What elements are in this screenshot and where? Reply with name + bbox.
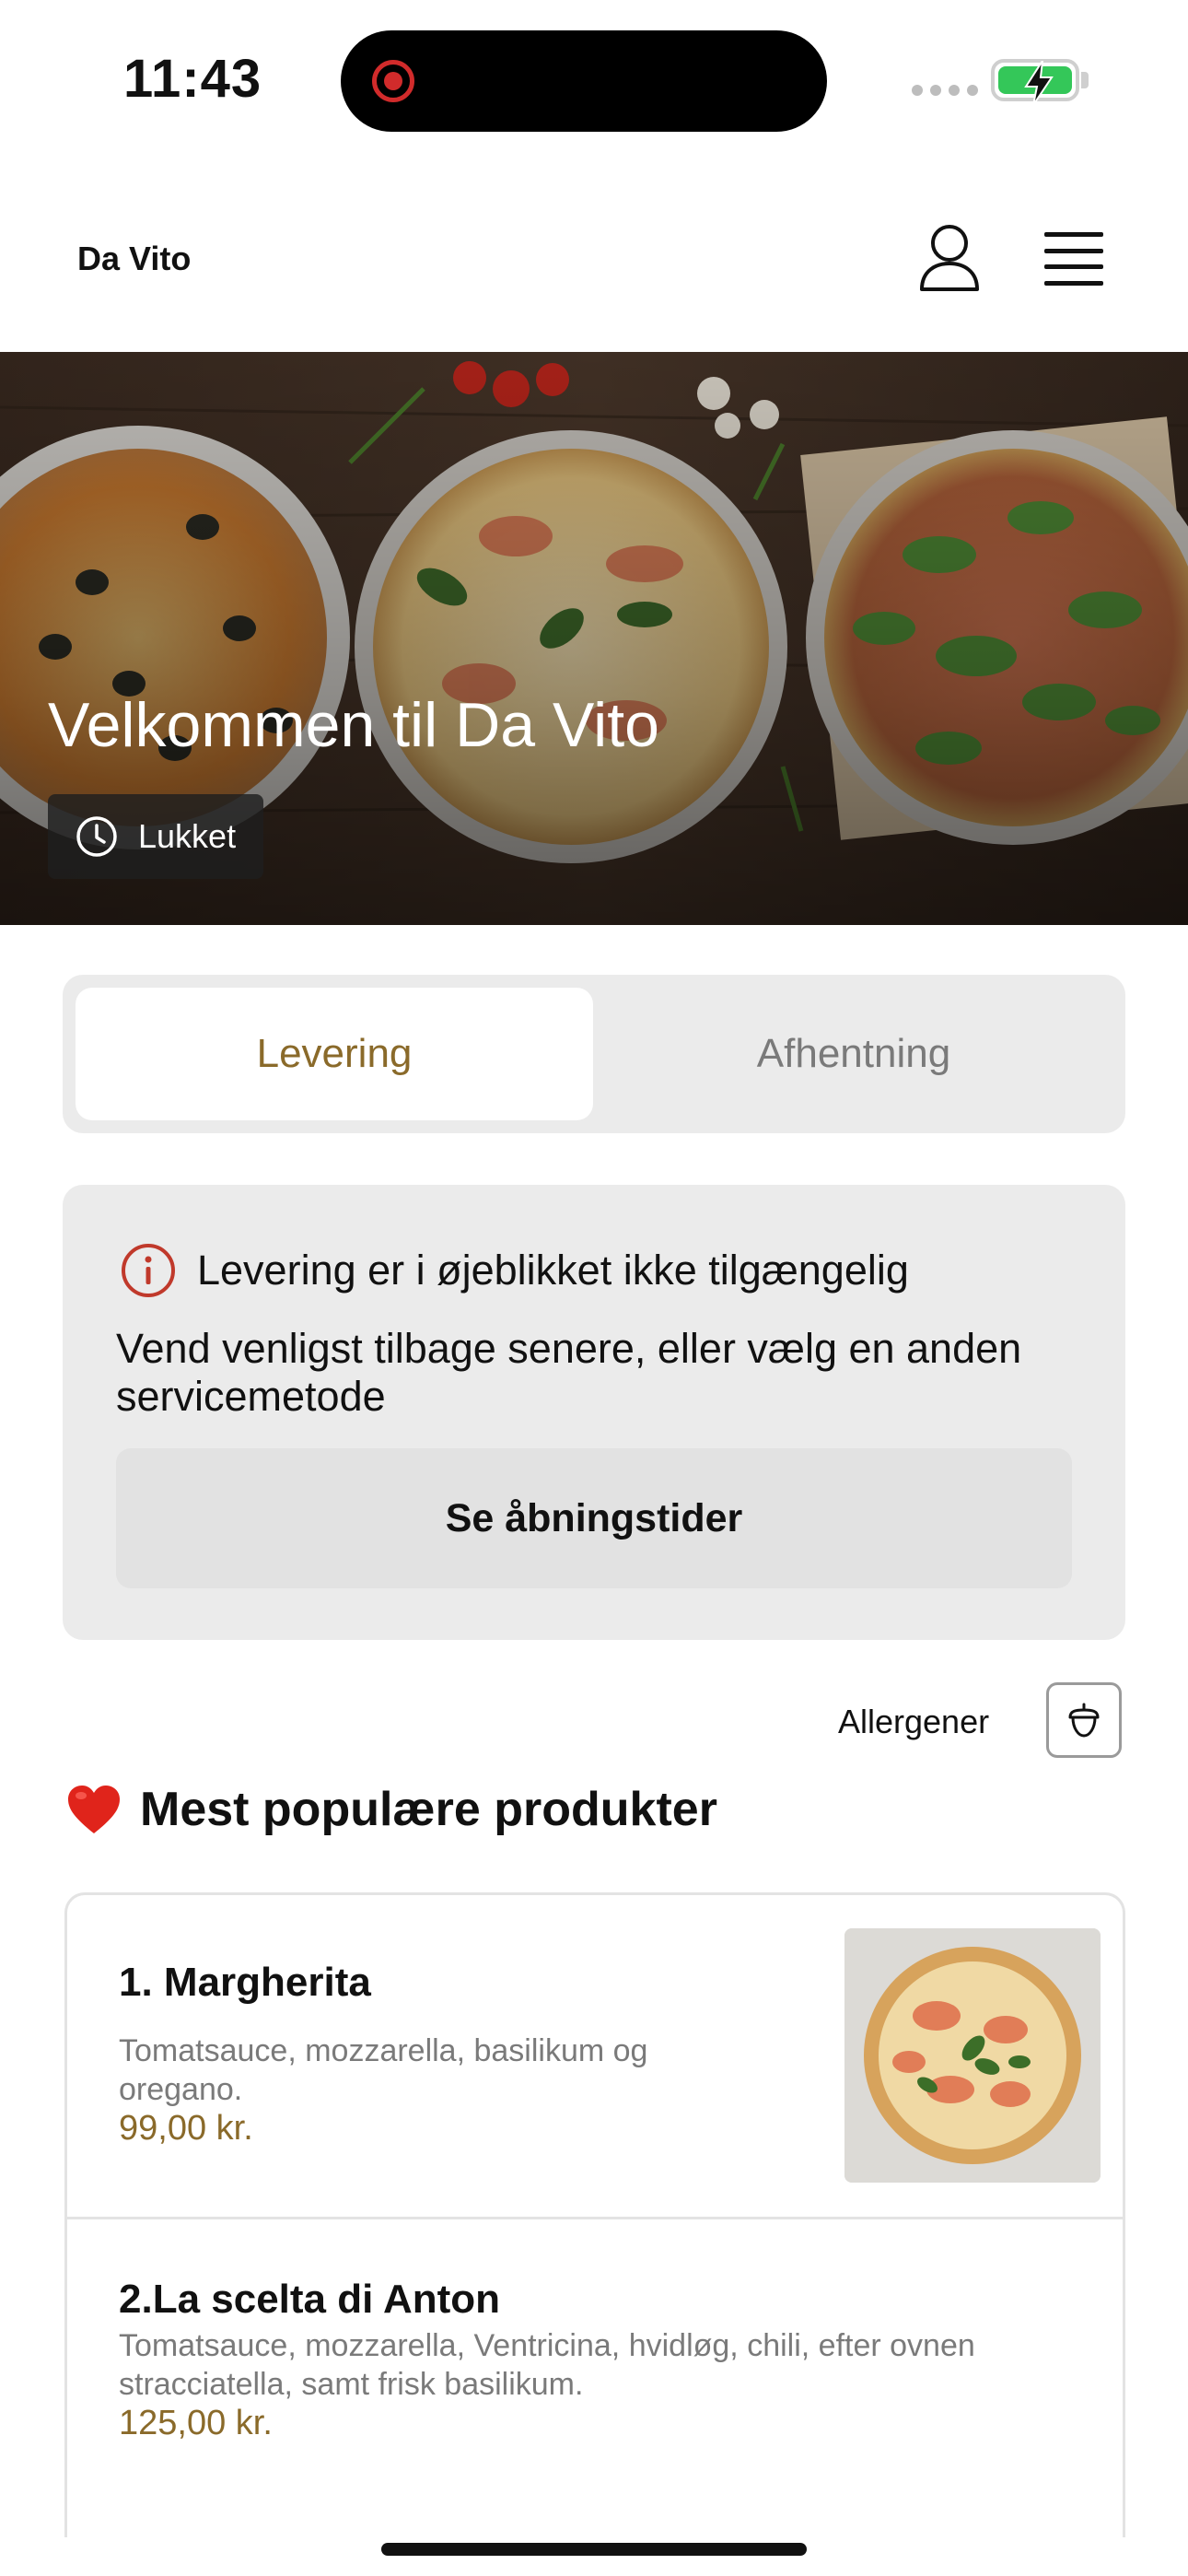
product-card-la-scelta-di-anton[interactable]: 2.La scelta di Anton Tomatsauce, mozzare… — [67, 2219, 1123, 2537]
account-button[interactable] — [917, 223, 982, 293]
clock-icon — [76, 816, 117, 857]
product-name: 2.La scelta di Anton — [119, 2277, 501, 2322]
opening-status-label: Lukket — [138, 817, 237, 855]
notice-header: Levering er i øjeblikket ikke tilgængeli… — [120, 1242, 909, 1299]
battery-icon — [991, 59, 1079, 105]
product-name: 1. Margherita — [119, 1960, 371, 2005]
home-indicator[interactable] — [381, 2543, 807, 2556]
battery-nub — [1081, 72, 1089, 88]
product-description: Tomatsauce, mozzarella, Ventricina, hvid… — [119, 2328, 975, 2402]
heart-icon — [68, 1786, 120, 1833]
user-icon — [920, 225, 979, 291]
product-description: Tomatsauce, mozzarella, basilikum og ore… — [119, 2033, 648, 2107]
hamburger-menu-icon[interactable] — [1044, 232, 1103, 286]
info-icon — [122, 1244, 175, 1297]
product-card-margherita[interactable]: 1. Margherita Tomatsauce, mozzarella, ba… — [67, 1895, 1123, 2219]
notice-title: Levering er i øjeblikket ikke tilgængeli… — [197, 1247, 909, 1294]
hero-title: Velkommen til Da Vito — [48, 690, 659, 760]
order-mode-toggle: Levering Afhentning — [63, 975, 1125, 1133]
product-list: 1. Margherita Tomatsauce, mozzarella, ba… — [64, 1892, 1125, 2537]
popular-title: Mest populære produkter — [140, 1783, 717, 1836]
product-price: 125,00 kr. — [119, 2404, 273, 2442]
opening-hours-button[interactable]: Se åbningstider — [116, 1448, 1072, 1588]
margherita-pizza-image — [844, 1928, 1101, 2183]
delivery-unavailable-notice: Levering er i øjeblikket ikke tilgængeli… — [63, 1185, 1125, 1640]
status-time: 11:43 — [123, 49, 262, 109]
tab-delivery[interactable]: Levering — [76, 988, 593, 1120]
allergens-label[interactable]: Allergener — [838, 1703, 989, 1741]
opening-status-badge: Lukket — [48, 794, 264, 879]
charging-bolt-icon — [1024, 61, 1054, 105]
hero-banner: Velkommen til Da Vito Lukket — [0, 352, 1188, 925]
acorn-icon — [1068, 1703, 1100, 1738]
notice-message: Vend venligst tilbage senere, eller vælg… — [116, 1325, 1022, 1420]
status-bar: 11:43 — [0, 0, 1188, 166]
allergens-button[interactable] — [1046, 1682, 1122, 1758]
brand-name[interactable]: Da Vito — [77, 240, 191, 278]
signal-icon — [912, 85, 978, 96]
product-price: 99,00 kr. — [119, 2109, 253, 2148]
screen-record-icon — [372, 60, 414, 102]
tab-pickup[interactable]: Afhentning — [595, 988, 1112, 1120]
popular-section-title: Mest populære produkter — [66, 1782, 717, 1837]
dynamic-island — [341, 30, 827, 132]
app-header: Da Vito — [0, 166, 1188, 352]
product-image-margherita[interactable] — [844, 1928, 1101, 2183]
